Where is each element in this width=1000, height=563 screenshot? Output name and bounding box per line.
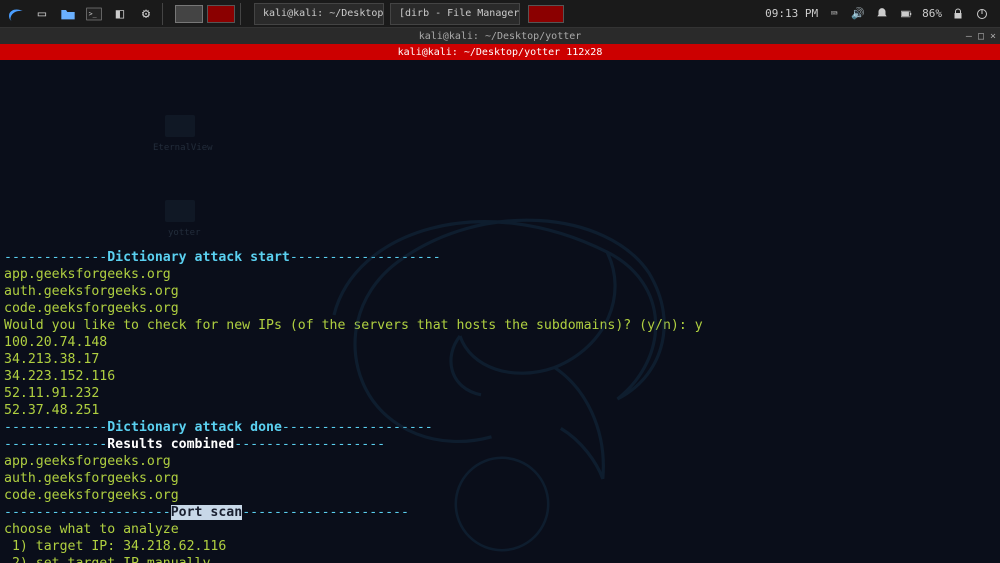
terminal-text: ---------------------: [4, 505, 171, 520]
window-title: kali@kali: ~/Desktop/yotter: [419, 31, 582, 42]
volume-icon[interactable]: 🔊: [850, 6, 866, 22]
minimize-button[interactable]: –: [966, 31, 972, 42]
task-label: [dirb - File Manager]: [399, 8, 520, 19]
terminal-line: Would you like to check for new IPs (of …: [4, 317, 996, 334]
terminal-line: -------------Dictionary attack done-----…: [4, 419, 996, 436]
terminal-text: -------------------: [282, 420, 433, 435]
terminal-text: 52.11.91.232: [4, 386, 99, 401]
terminal-text: 52.37.48.251: [4, 403, 99, 418]
window-controls: – □ ×: [966, 31, 996, 42]
terminal-text: -------------------: [234, 437, 385, 452]
terminal-text: Results combined: [107, 437, 234, 452]
taskbar-right: 09:13 PM ⌨ 🔊 86%: [765, 6, 996, 22]
battery-icon[interactable]: [898, 6, 914, 22]
terminal-line: code.geeksforgeeks.org: [4, 300, 996, 317]
workspace-2[interactable]: [207, 5, 235, 23]
app-icon-generic[interactable]: ◧: [108, 3, 132, 25]
maximize-button[interactable]: □: [978, 31, 984, 42]
terminal-line: auth.geeksforgeeks.org: [4, 283, 996, 300]
power-icon[interactable]: [974, 6, 990, 22]
taskbar-separator: [162, 3, 170, 25]
terminal-text: Dictionary attack done: [107, 420, 282, 435]
terminal-line: choose what to analyze: [4, 521, 996, 538]
task-button[interactable]: kali@kali: ~/Desktop/yot…: [254, 3, 384, 25]
terminal-text: 2) set target IP manually: [4, 556, 210, 563]
terminal-line: app.geeksforgeeks.org: [4, 266, 996, 283]
terminal-text: Port scan: [171, 505, 242, 520]
terminal-lines: -------------Dictionary attack start----…: [4, 249, 996, 563]
settings-icon[interactable]: ⚙: [134, 3, 158, 25]
close-button[interactable]: ×: [990, 31, 996, 42]
svg-text:>_: >_: [89, 10, 97, 18]
terminal-text: 100.20.74.148: [4, 335, 107, 350]
terminal-line: 1) target IP: 34.218.62.116: [4, 538, 996, 555]
task-label: kali@kali: ~/Desktop/yot…: [263, 8, 384, 19]
window-titlebar-inner[interactable]: kali@kali: ~/Desktop/yotter 112x28: [0, 44, 1000, 60]
terminal-text: -------------: [4, 420, 107, 435]
active-indicator-icon: [4, 48, 12, 56]
bg-label: EternalView: [153, 140, 213, 157]
task-indicator[interactable]: [528, 5, 564, 23]
terminal-text: -------------: [4, 250, 107, 265]
terminal-line: 52.37.48.251: [4, 402, 996, 419]
terminal-line: 100.20.74.148: [4, 334, 996, 351]
bg-label: yotter: [168, 225, 201, 242]
clock: 09:13 PM: [765, 7, 818, 20]
terminal-line: -------------Dictionary attack start----…: [4, 249, 996, 266]
terminal-line: 52.11.91.232: [4, 385, 996, 402]
terminal-text: auth.geeksforgeeks.org: [4, 284, 179, 299]
lock-icon[interactable]: [950, 6, 966, 22]
window-list-icon[interactable]: ▭: [30, 3, 54, 25]
terminal-text: app.geeksforgeeks.org: [4, 267, 171, 282]
terminal-text: code.geeksforgeeks.org: [4, 488, 179, 503]
terminal-line: ---------------------Port scan----------…: [4, 504, 996, 521]
window-subtitle: kali@kali: ~/Desktop/yotter 112x28: [398, 47, 603, 58]
terminal-line: 34.213.38.17: [4, 351, 996, 368]
terminal-text: -------------: [4, 437, 107, 452]
window-titlebar-outer[interactable]: kali@kali: ~/Desktop/yotter – □ ×: [0, 28, 1000, 44]
terminal-output[interactable]: EternalView yotter -------------Dictiona…: [0, 60, 1000, 563]
bg-folder-icon: [165, 200, 195, 222]
files-icon[interactable]: [56, 3, 80, 25]
terminal-text: 34.213.38.17: [4, 352, 99, 367]
terminal-line: code.geeksforgeeks.org: [4, 487, 996, 504]
terminal-line: app.geeksforgeeks.org: [4, 453, 996, 470]
terminal-app-icon[interactable]: >_: [82, 3, 106, 25]
terminal-text: Would you like to check for new IPs (of …: [4, 318, 703, 333]
terminal-line: 34.223.152.116: [4, 368, 996, 385]
kali-menu-icon[interactable]: [4, 3, 28, 25]
terminal-line: -------------Results combined-----------…: [4, 436, 996, 453]
terminal-text: code.geeksforgeeks.org: [4, 301, 179, 316]
workspace-1[interactable]: [175, 5, 203, 23]
terminal-text: -------------------: [290, 250, 441, 265]
terminal-text: choose what to analyze: [4, 522, 179, 537]
terminal-text: auth.geeksforgeeks.org: [4, 471, 179, 486]
notifications-icon[interactable]: [874, 6, 890, 22]
taskbar-left: ▭ >_ ◧ ⚙ kali@kali: ~/Desktop/yot… [dirb…: [4, 3, 565, 25]
terminal-text: 34.223.152.116: [4, 369, 115, 384]
taskbar-separator: [240, 3, 248, 25]
keyboard-icon[interactable]: ⌨: [826, 6, 842, 22]
terminal-text: Dictionary attack start: [107, 250, 290, 265]
terminal-text: app.geeksforgeeks.org: [4, 454, 171, 469]
terminal-line: auth.geeksforgeeks.org: [4, 470, 996, 487]
taskbar: ▭ >_ ◧ ⚙ kali@kali: ~/Desktop/yot… [dirb…: [0, 0, 1000, 28]
bg-folder-icon: [165, 115, 195, 137]
terminal-text: 1) target IP: 34.218.62.116: [4, 539, 226, 554]
task-button[interactable]: [dirb - File Manager]: [390, 3, 520, 25]
terminal-text: ---------------------: [242, 505, 409, 520]
battery-percent: 86%: [922, 7, 942, 20]
terminal-line: 2) set target IP manually: [4, 555, 996, 563]
